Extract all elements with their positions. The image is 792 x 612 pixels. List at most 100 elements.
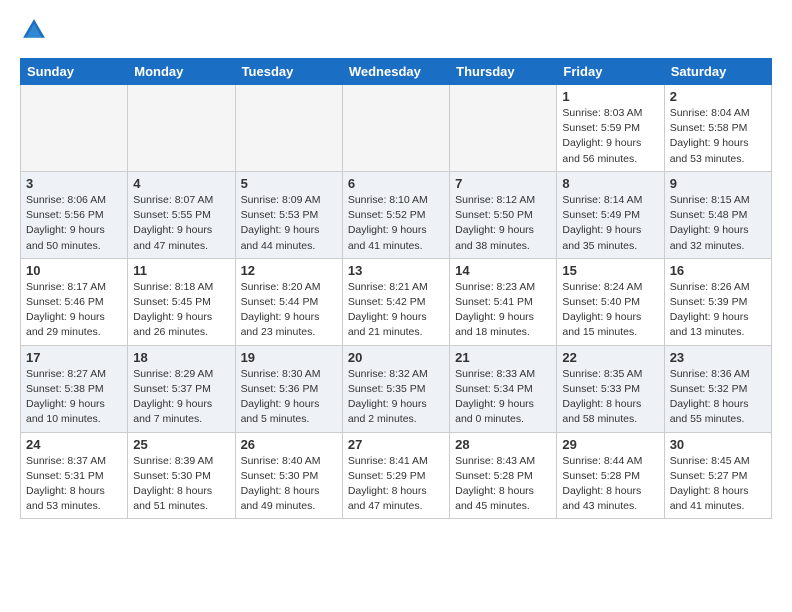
day-info: Sunrise: 8:41 AM Sunset: 5:29 PM Dayligh… <box>348 454 444 515</box>
calendar-cell: 5 Sunrise: 8:09 AM Sunset: 5:53 PM Daylig… <box>235 171 342 258</box>
calendar-cell: 18 Sunrise: 8:29 AM Sunset: 5:37 PM Dayli… <box>128 345 235 432</box>
day-info: Sunrise: 8:09 AM Sunset: 5:53 PM Dayligh… <box>241 193 337 254</box>
day-number: 26 <box>241 437 337 452</box>
calendar-cell: 4Sunrise: 8:07 AM Sunset: 5:55 PM Daylig… <box>128 171 235 258</box>
calendar-cell <box>235 85 342 172</box>
day-number: 13 <box>348 263 444 278</box>
calendar-cell <box>450 85 557 172</box>
day-info: Sunrise: 8:33 AM Sunset: 5:34 PM Dayligh… <box>455 367 551 428</box>
day-number: 24 <box>26 437 122 452</box>
calendar-cell: 11Sunrise: 8:18 AM Sunset: 5:45 PM Dayli… <box>128 258 235 345</box>
day-number: 28 <box>455 437 551 452</box>
calendar-week-5: 24 Sunrise: 8:37 AM Sunset: 5:31 PM Dayli… <box>21 432 772 519</box>
day-number: 21 <box>455 350 551 365</box>
calendar-cell: 19 Sunrise: 8:30 AM Sunset: 5:36 PM Dayli… <box>235 345 342 432</box>
calendar-cell: 27Sunrise: 8:41 AM Sunset: 5:29 PM Dayli… <box>342 432 449 519</box>
calendar-week-4: 17 Sunrise: 8:27 AM Sunset: 5:38 PM Dayli… <box>21 345 772 432</box>
calendar-cell: 23 Sunrise: 8:36 AM Sunset: 5:32 PM Dayli… <box>664 345 771 432</box>
header <box>20 16 772 44</box>
calendar-cell: 24 Sunrise: 8:37 AM Sunset: 5:31 PM Dayli… <box>21 432 128 519</box>
page: SundayMondayTuesdayWednesdayThursdayFrid… <box>0 0 792 529</box>
calendar-cell: 29 Sunrise: 8:44 AM Sunset: 5:28 PM Dayli… <box>557 432 664 519</box>
calendar-cell: 28 Sunrise: 8:43 AM Sunset: 5:28 PM Dayli… <box>450 432 557 519</box>
calendar-cell: 7 Sunrise: 8:12 AM Sunset: 5:50 PM Daylig… <box>450 171 557 258</box>
day-number: 29 <box>562 437 658 452</box>
day-info: Sunrise: 8:10 AM Sunset: 5:52 PM Dayligh… <box>348 193 444 254</box>
weekday-header-friday: Friday <box>557 59 664 85</box>
day-number: 17 <box>26 350 122 365</box>
weekday-header-saturday: Saturday <box>664 59 771 85</box>
calendar-week-1: 1 Sunrise: 8:03 AM Sunset: 5:59 PM Daylig… <box>21 85 772 172</box>
logo <box>20 16 52 44</box>
day-number: 10 <box>26 263 122 278</box>
weekday-header-thursday: Thursday <box>450 59 557 85</box>
day-info: Sunrise: 8:43 AM Sunset: 5:28 PM Dayligh… <box>455 454 551 515</box>
day-number: 12 <box>241 263 337 278</box>
calendar-cell: 20Sunrise: 8:32 AM Sunset: 5:35 PM Dayli… <box>342 345 449 432</box>
calendar-week-2: 3 Sunrise: 8:06 AM Sunset: 5:56 PM Daylig… <box>21 171 772 258</box>
logo-icon <box>20 16 48 44</box>
day-info: Sunrise: 8:12 AM Sunset: 5:50 PM Dayligh… <box>455 193 551 254</box>
weekday-header-monday: Monday <box>128 59 235 85</box>
calendar-cell: 9 Sunrise: 8:15 AM Sunset: 5:48 PM Daylig… <box>664 171 771 258</box>
day-number: 23 <box>670 350 766 365</box>
day-info: Sunrise: 8:17 AM Sunset: 5:46 PM Dayligh… <box>26 280 122 341</box>
day-number: 6 <box>348 176 444 191</box>
calendar-cell: 16 Sunrise: 8:26 AM Sunset: 5:39 PM Dayli… <box>664 258 771 345</box>
day-info: Sunrise: 8:27 AM Sunset: 5:38 PM Dayligh… <box>26 367 122 428</box>
calendar: SundayMondayTuesdayWednesdayThursdayFrid… <box>20 58 772 519</box>
day-info: Sunrise: 8:45 AM Sunset: 5:27 PM Dayligh… <box>670 454 766 515</box>
day-number: 19 <box>241 350 337 365</box>
day-number: 2 <box>670 89 766 104</box>
day-number: 3 <box>26 176 122 191</box>
day-number: 30 <box>670 437 766 452</box>
day-info: Sunrise: 8:04 AM Sunset: 5:58 PM Dayligh… <box>670 106 766 167</box>
calendar-cell: 17 Sunrise: 8:27 AM Sunset: 5:38 PM Dayli… <box>21 345 128 432</box>
day-number: 25 <box>133 437 229 452</box>
day-info: Sunrise: 8:30 AM Sunset: 5:36 PM Dayligh… <box>241 367 337 428</box>
weekday-header-sunday: Sunday <box>21 59 128 85</box>
day-info: Sunrise: 8:18 AM Sunset: 5:45 PM Dayligh… <box>133 280 229 341</box>
day-info: Sunrise: 8:37 AM Sunset: 5:31 PM Dayligh… <box>26 454 122 515</box>
day-info: Sunrise: 8:44 AM Sunset: 5:28 PM Dayligh… <box>562 454 658 515</box>
calendar-cell: 1 Sunrise: 8:03 AM Sunset: 5:59 PM Daylig… <box>557 85 664 172</box>
day-number: 8 <box>562 176 658 191</box>
day-number: 4 <box>133 176 229 191</box>
day-info: Sunrise: 8:21 AM Sunset: 5:42 PM Dayligh… <box>348 280 444 341</box>
day-number: 5 <box>241 176 337 191</box>
day-info: Sunrise: 8:32 AM Sunset: 5:35 PM Dayligh… <box>348 367 444 428</box>
day-number: 16 <box>670 263 766 278</box>
calendar-cell: 12Sunrise: 8:20 AM Sunset: 5:44 PM Dayli… <box>235 258 342 345</box>
calendar-cell: 10 Sunrise: 8:17 AM Sunset: 5:46 PM Dayli… <box>21 258 128 345</box>
day-info: Sunrise: 8:26 AM Sunset: 5:39 PM Dayligh… <box>670 280 766 341</box>
calendar-cell: 8 Sunrise: 8:14 AM Sunset: 5:49 PM Daylig… <box>557 171 664 258</box>
day-info: Sunrise: 8:06 AM Sunset: 5:56 PM Dayligh… <box>26 193 122 254</box>
day-info: Sunrise: 8:15 AM Sunset: 5:48 PM Dayligh… <box>670 193 766 254</box>
calendar-cell: 13 Sunrise: 8:21 AM Sunset: 5:42 PM Dayli… <box>342 258 449 345</box>
day-number: 9 <box>670 176 766 191</box>
day-number: 1 <box>562 89 658 104</box>
calendar-cell: 2 Sunrise: 8:04 AM Sunset: 5:58 PM Daylig… <box>664 85 771 172</box>
calendar-cell <box>128 85 235 172</box>
weekday-header-row: SundayMondayTuesdayWednesdayThursdayFrid… <box>21 59 772 85</box>
calendar-cell: 21 Sunrise: 8:33 AM Sunset: 5:34 PM Dayli… <box>450 345 557 432</box>
day-info: Sunrise: 8:29 AM Sunset: 5:37 PM Dayligh… <box>133 367 229 428</box>
day-number: 18 <box>133 350 229 365</box>
calendar-week-3: 10 Sunrise: 8:17 AM Sunset: 5:46 PM Dayli… <box>21 258 772 345</box>
day-info: Sunrise: 8:39 AM Sunset: 5:30 PM Dayligh… <box>133 454 229 515</box>
calendar-cell <box>21 85 128 172</box>
day-number: 14 <box>455 263 551 278</box>
weekday-header-tuesday: Tuesday <box>235 59 342 85</box>
day-info: Sunrise: 8:14 AM Sunset: 5:49 PM Dayligh… <box>562 193 658 254</box>
day-number: 7 <box>455 176 551 191</box>
calendar-cell <box>342 85 449 172</box>
day-info: Sunrise: 8:03 AM Sunset: 5:59 PM Dayligh… <box>562 106 658 167</box>
day-info: Sunrise: 8:36 AM Sunset: 5:32 PM Dayligh… <box>670 367 766 428</box>
day-number: 15 <box>562 263 658 278</box>
calendar-cell: 14Sunrise: 8:23 AM Sunset: 5:41 PM Dayli… <box>450 258 557 345</box>
calendar-cell: 26 Sunrise: 8:40 AM Sunset: 5:30 PM Dayli… <box>235 432 342 519</box>
day-info: Sunrise: 8:40 AM Sunset: 5:30 PM Dayligh… <box>241 454 337 515</box>
day-number: 22 <box>562 350 658 365</box>
calendar-cell: 22Sunrise: 8:35 AM Sunset: 5:33 PM Dayli… <box>557 345 664 432</box>
calendar-cell: 15Sunrise: 8:24 AM Sunset: 5:40 PM Dayli… <box>557 258 664 345</box>
